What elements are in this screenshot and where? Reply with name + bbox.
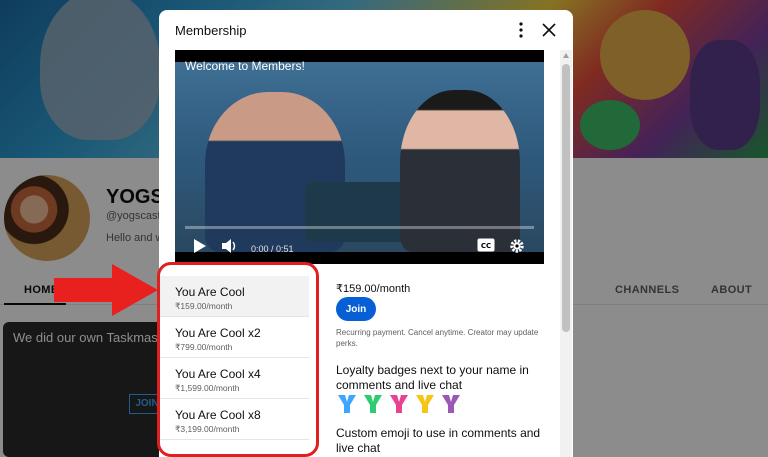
badge-shape [364, 395, 382, 413]
play-icon[interactable] [193, 238, 207, 254]
dialog-title: Membership [175, 23, 247, 38]
tier-detail-price: ₹159.00/month [336, 283, 411, 295]
badge-shape [338, 395, 356, 413]
video-progress-bar[interactable] [185, 226, 534, 229]
video-time: 0:00 / 0:51 [251, 244, 294, 254]
badge-shape [390, 395, 408, 413]
badge-shape [416, 395, 434, 413]
loyalty-badge-icon [442, 395, 460, 413]
perk-loyalty-badges: Loyalty badges next to your name in comm… [336, 363, 529, 392]
loyalty-badge-icon [338, 395, 356, 413]
loyalty-badges [336, 393, 476, 417]
scroll-up-icon[interactable] [563, 53, 569, 58]
arrow-annotation-icon [54, 264, 158, 316]
video-title: Welcome to Members! [185, 59, 305, 73]
perk-custom-emoji: Custom emoji to use in comments and live… [336, 426, 541, 455]
volume-icon[interactable] [221, 238, 237, 254]
scrollbar-thumb[interactable] [562, 64, 570, 332]
loyalty-badge-icon [390, 395, 408, 413]
video-player[interactable]: Welcome to Members! 0:00 / 0:51 CC [175, 50, 544, 264]
badge-shape [442, 395, 460, 413]
player-controls: 0:00 / 0:51 CC [175, 232, 544, 264]
tier-list-highlight-annotation [157, 262, 319, 457]
dialog-scrollbar[interactable] [560, 50, 572, 457]
settings-gear-icon[interactable] [509, 238, 525, 254]
closed-captions-icon[interactable]: CC [477, 238, 495, 252]
payment-note: Recurring payment. Cancel anytime. Creat… [336, 328, 539, 348]
join-button[interactable]: Join [336, 297, 376, 321]
loyalty-badge-icon [416, 395, 434, 413]
more-options-icon[interactable] [513, 20, 529, 40]
loyalty-badge-icon [364, 395, 382, 413]
svg-text:CC: CC [481, 242, 491, 250]
video-frame [175, 62, 544, 252]
close-icon[interactable] [539, 20, 559, 40]
